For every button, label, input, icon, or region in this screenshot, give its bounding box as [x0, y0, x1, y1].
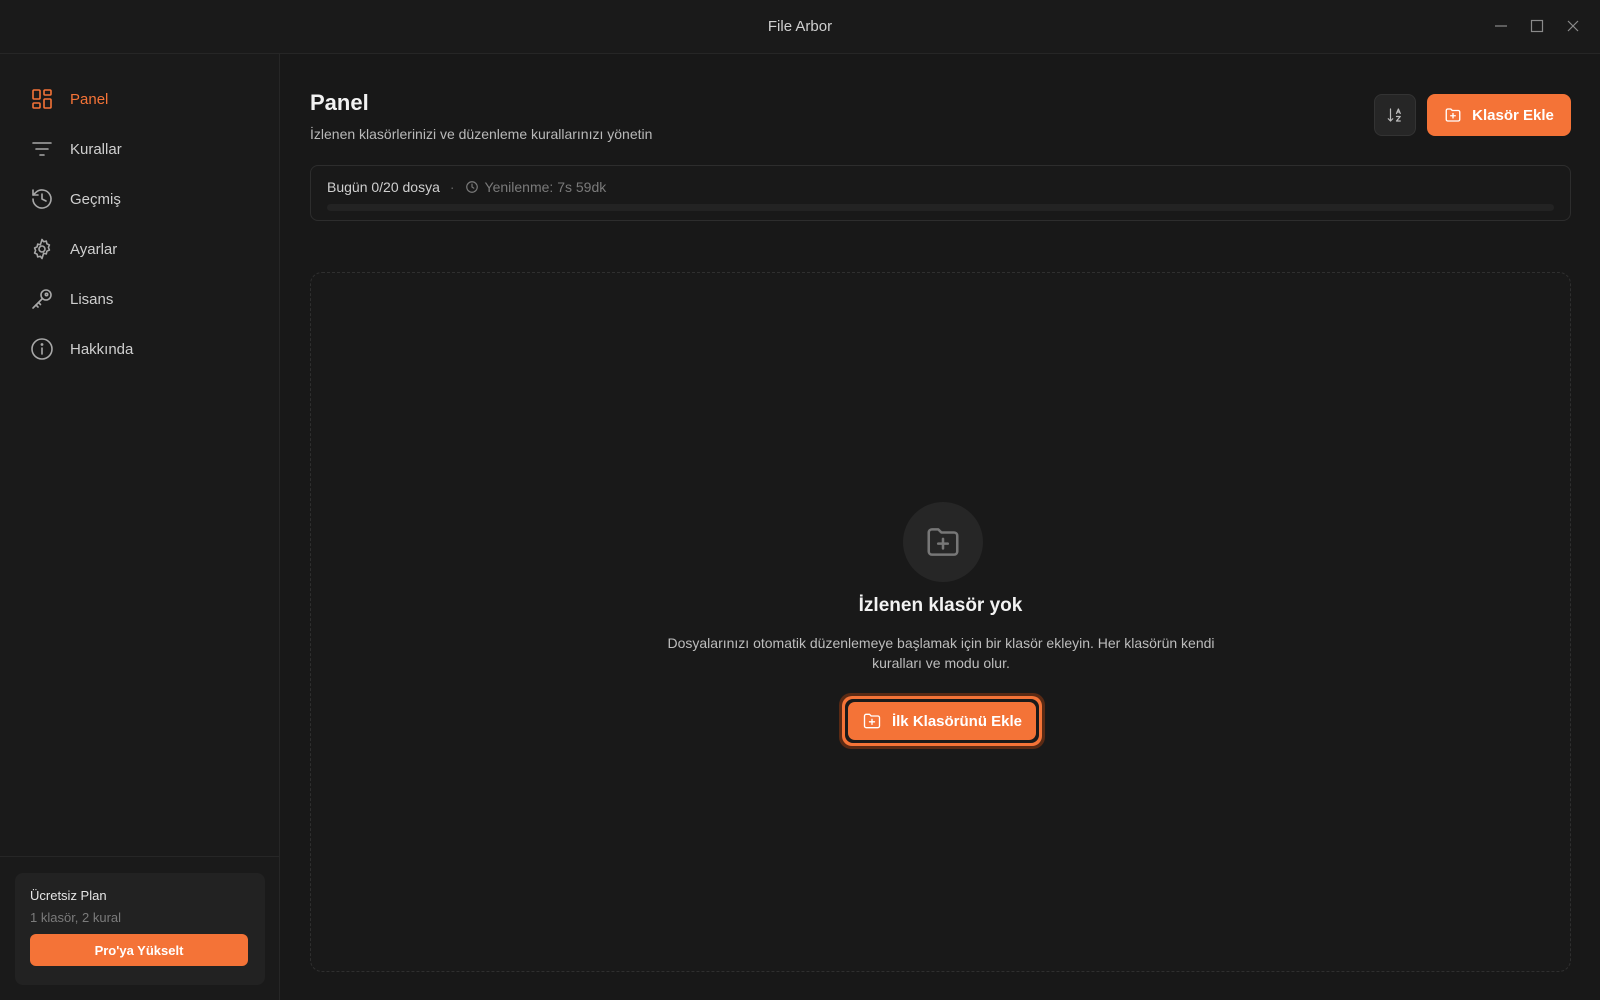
sidebar-item-kurallar[interactable]: Kurallar	[0, 124, 279, 174]
empty-state-dropzone[interactable]: İzlenen klasör yok Dosyalarınızı otomati…	[310, 272, 1571, 972]
sidebar-item-gecmis[interactable]: Geçmiş	[0, 174, 279, 224]
usage-progress-bar	[327, 204, 1554, 211]
sidebar-nav: Panel Kurallar Geçmiş Ayarlar Lisans Hak…	[0, 54, 279, 374]
gear-icon	[30, 237, 54, 261]
usage-reset: Yenilenme: 7s 59dk	[465, 179, 607, 195]
add-folder-button[interactable]: Klasör Ekle	[1427, 94, 1571, 136]
usage-card: Bugün 0/20 dosya · Yenilenme: 7s 59dk	[310, 165, 1571, 221]
sort-button[interactable]	[1374, 94, 1416, 136]
filter-lines-icon	[30, 137, 54, 161]
sidebar-item-label: Kurallar	[70, 140, 122, 158]
app-title: File Arbor	[767, 18, 833, 35]
close-icon[interactable]	[1564, 16, 1582, 36]
empty-state-icon-circle	[903, 502, 983, 582]
sidebar-item-label: Geçmiş	[70, 190, 121, 208]
usage-count: Bugün 0/20 dosya	[327, 179, 440, 195]
sidebar-item-label: Lisans	[70, 290, 114, 308]
first-folder-button-focus-ring: İlk Klasörünü Ekle	[839, 693, 1045, 749]
sidebar-item-label: Ayarlar	[70, 240, 118, 258]
info-icon	[30, 337, 54, 361]
history-icon	[30, 187, 54, 211]
add-folder-label: Klasör Ekle	[1472, 106, 1554, 124]
sidebar: Panel Kurallar Geçmiş Ayarlar Lisans Hak…	[0, 54, 280, 1000]
window-controls	[1492, 16, 1582, 36]
plan-limits: 1 klasör, 2 kural	[30, 910, 122, 925]
sidebar-item-label: Hakkında	[70, 340, 134, 358]
maximize-icon[interactable]	[1528, 16, 1546, 36]
folder-plus-icon	[1444, 106, 1462, 124]
folder-plus-icon	[862, 711, 882, 731]
clock-icon	[465, 180, 479, 194]
plan-title: Ücretsiz Plan	[30, 888, 107, 903]
dashboard-grid-icon	[30, 87, 54, 111]
empty-state-title: İzlenen klasör yok	[858, 595, 1023, 616]
upgrade-button[interactable]: Pro'ya Yükselt	[30, 934, 248, 966]
plan-card: Ücretsiz Plan 1 klasör, 2 kural Pro'ya Y…	[15, 873, 265, 985]
title-bar: File Arbor	[0, 0, 1600, 54]
focus-ring-gap: İlk Klasörünü Ekle	[845, 699, 1039, 743]
sidebar-item-ayarlar[interactable]: Ayarlar	[0, 224, 279, 274]
sidebar-item-lisans[interactable]: Lisans	[0, 274, 279, 324]
sidebar-divider	[0, 856, 279, 857]
sidebar-item-hakkinda[interactable]: Hakkında	[0, 324, 279, 374]
page-subtitle: İzlenen klasörlerinizi ve düzenleme kura…	[310, 126, 653, 142]
add-first-folder-label: İlk Klasörünü Ekle	[891, 712, 1023, 730]
usage-separator: ·	[449, 179, 455, 195]
sidebar-item-panel[interactable]: Panel	[0, 74, 279, 124]
sidebar-item-label: Panel	[70, 90, 109, 108]
add-first-folder-button[interactable]: İlk Klasörünü Ekle	[848, 702, 1036, 740]
sort-az-icon	[1386, 106, 1404, 124]
usage-row: Bugün 0/20 dosya · Yenilenme: 7s 59dk	[327, 179, 606, 195]
page-title: Panel	[310, 90, 369, 115]
minimize-icon[interactable]	[1492, 16, 1510, 36]
folder-plus-icon	[924, 523, 962, 561]
focus-ring-outer: İlk Klasörünü Ekle	[842, 696, 1042, 746]
usage-reset-text: Yenilenme: 7s 59dk	[484, 179, 607, 195]
key-icon	[30, 287, 54, 311]
main-content: Panel İzlenen klasörlerinizi ve düzenlem…	[281, 54, 1600, 1000]
empty-state-description: Dosyalarınızı otomatik düzenlemeye başla…	[667, 635, 1215, 671]
